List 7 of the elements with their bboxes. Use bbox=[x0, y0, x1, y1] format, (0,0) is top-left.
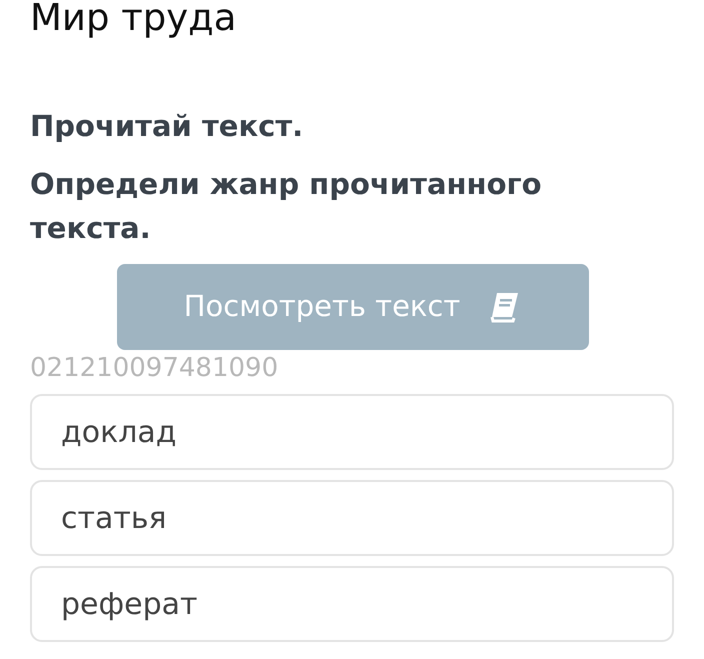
instruction-text: Определи жанр прочитанного текста. bbox=[30, 166, 543, 247]
answer-option[interactable]: реферат bbox=[30, 566, 674, 642]
question-id: 021210097481090 bbox=[30, 352, 278, 385]
answer-option[interactable]: статья bbox=[30, 480, 674, 556]
page-title: Мир труда bbox=[30, 0, 236, 40]
instruction-text: Прочитай текст. bbox=[30, 108, 304, 145]
answer-option[interactable]: доклад bbox=[30, 394, 674, 470]
